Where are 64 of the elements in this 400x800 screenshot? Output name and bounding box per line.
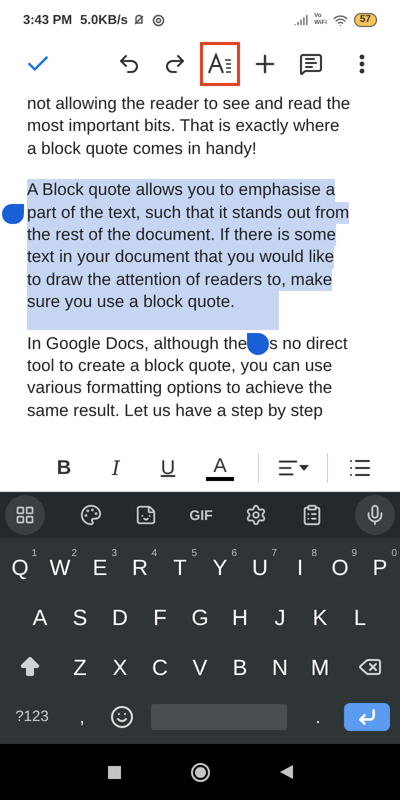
dropdown-caret-icon: [299, 465, 309, 471]
document-text: a block quote comes in handy!: [27, 138, 257, 160]
recents-button[interactable]: [108, 766, 120, 778]
text-format-button[interactable]: [200, 42, 240, 86]
grid-icon: [15, 505, 35, 525]
keyboard-key[interactable]: N: [260, 645, 300, 689]
keyboard-key[interactable]: J: [260, 595, 300, 639]
document-text: sure you use a block quote.: [27, 291, 279, 330]
wifi-icon: [332, 12, 348, 28]
gif-button[interactable]: GIF: [183, 504, 219, 526]
bold-button[interactable]: B: [38, 453, 90, 483]
apps-button[interactable]: [5, 495, 45, 535]
document-text: In Google Docs, although the: [27, 332, 248, 355]
battery-indicator: 57: [354, 13, 377, 27]
keyboard-key[interactable]: B: [220, 645, 260, 689]
italic-button[interactable]: I: [90, 453, 142, 483]
signal-icon: [294, 13, 308, 27]
mic-button[interactable]: [355, 495, 395, 535]
document-text: not allowing the reader to see and read the: [27, 93, 350, 115]
document-text: text in your document that you would like: [27, 246, 334, 269]
period-key[interactable]: .: [298, 695, 338, 739]
keyboard-key[interactable]: K: [300, 595, 340, 639]
document-text: the rest of the document. If there is some: [27, 224, 336, 246]
document-text: s no direct: [269, 332, 348, 355]
keyboard-key[interactable]: D: [100, 595, 140, 639]
keyboard-key[interactable]: A: [20, 595, 60, 639]
more-icon: [358, 54, 365, 74]
shift-icon: [18, 655, 42, 679]
selection-handle[interactable]: [2, 204, 24, 224]
keyboard-key[interactable]: T 5: [160, 545, 200, 589]
comma-key[interactable]: ,: [62, 695, 102, 739]
document-text: A Block quote allows you to emphasise a: [27, 179, 336, 202]
keyboard-key[interactable]: L: [340, 595, 380, 639]
status-time: 3:43 PM: [23, 11, 72, 30]
document-text: tool to create a block quote, you can use: [27, 355, 332, 378]
text-format-icon: [207, 52, 233, 76]
notification-icon: [132, 13, 146, 27]
smiley-icon: [110, 705, 134, 729]
keyboard-key[interactable]: I 8: [280, 545, 320, 589]
home-button[interactable]: [190, 762, 210, 782]
keyboard-key[interactable]: F: [140, 595, 180, 639]
document-text: to draw the attention of readers to, make: [27, 268, 332, 292]
symbols-key[interactable]: ?123: [2, 695, 62, 739]
keyboard-key[interactable]: Z: [60, 645, 100, 689]
keyboard-key[interactable]: S: [60, 595, 100, 639]
underline-button[interactable]: U: [142, 453, 194, 483]
back-button[interactable]: [280, 765, 292, 779]
sync-icon: [152, 14, 165, 26]
document-text: part of the text, such that it stands out from: [27, 202, 350, 224]
comment-icon: [298, 52, 323, 76]
selection-handle[interactable]: [247, 332, 270, 355]
document-text: most important bits. That is exactly where: [27, 115, 340, 138]
keyboard-key[interactable]: V: [180, 645, 220, 689]
keyboard-key[interactable]: G: [180, 595, 220, 639]
document-text: same result. Let us have a step by step: [27, 400, 323, 422]
network-speed: 5.0KB/s: [80, 11, 128, 30]
keyboard-key[interactable]: H: [220, 595, 260, 639]
keyboard-key[interactable]: X: [100, 645, 140, 689]
keyboard-key[interactable]: C: [140, 645, 180, 689]
document-text: various formatting options to achieve the: [27, 377, 332, 400]
enter-icon: [357, 707, 377, 727]
enter-key[interactable]: [344, 703, 390, 731]
keyboard-key[interactable]: M: [300, 645, 340, 689]
text-color-button[interactable]: A: [194, 455, 246, 481]
